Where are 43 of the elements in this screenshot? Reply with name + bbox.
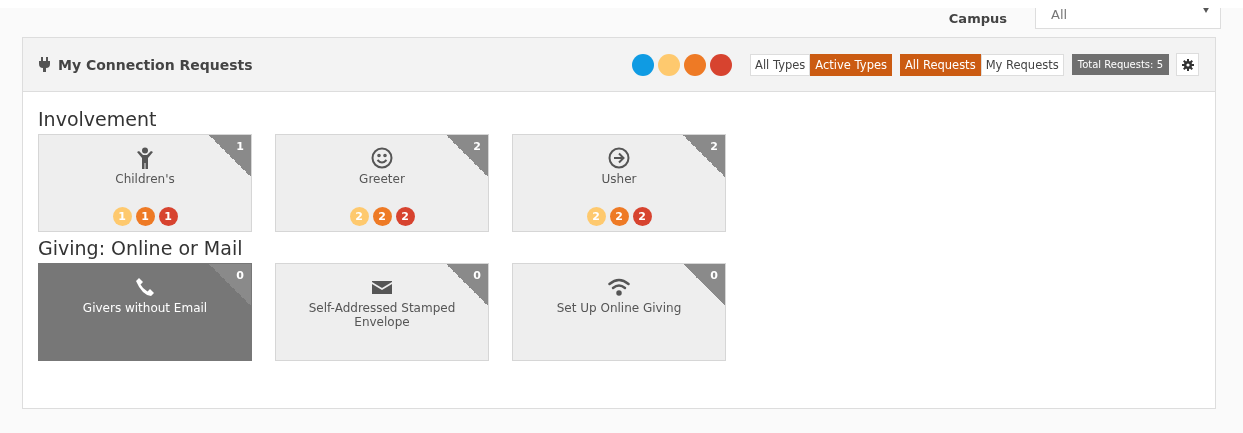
- count-badge: 2: [372, 207, 392, 226]
- count-corner: 2: [683, 135, 725, 177]
- settings-icon: [1181, 58, 1194, 71]
- count-corner: 2: [446, 135, 488, 177]
- settings-button[interactable]: [1176, 53, 1199, 76]
- count-badge: 2: [395, 207, 415, 226]
- campus-select[interactable]: All: [1035, 8, 1221, 29]
- panel-title: My Connection Requests: [58, 56, 254, 73]
- count-badge: 2: [609, 207, 629, 226]
- type-toggle[interactable]: Active Types: [810, 53, 892, 76]
- connection-tile[interactable]: 1 Children's 1 1 1: [38, 134, 252, 232]
- campus-label: Campus: [948, 10, 1007, 26]
- request-toggle[interactable]: My Requests: [980, 53, 1064, 76]
- count-badge: 2: [349, 207, 369, 226]
- tile-label: Greeter: [359, 172, 405, 186]
- tile-label: Children's: [115, 172, 175, 186]
- tile-label: Givers without Email: [82, 301, 208, 315]
- group-heading: Involvement: [38, 108, 158, 130]
- count-corner: 0: [683, 264, 725, 306]
- connection-tile[interactable]: 2 Usher 2 2 2: [512, 134, 726, 232]
- type-toggle[interactable]: All Types: [750, 53, 811, 76]
- count-badge: 1: [135, 207, 155, 226]
- total-requests-label: Total Requests: 5: [1071, 54, 1169, 75]
- request-toggle[interactable]: All Requests: [900, 53, 981, 76]
- count-corner: 0: [209, 264, 251, 306]
- count-badge: 1: [158, 207, 178, 226]
- child-icon: [134, 147, 156, 169]
- arrow-circle-icon: [608, 147, 630, 169]
- count-badge: 2: [632, 207, 652, 226]
- plug-icon: [39, 57, 50, 72]
- connection-tile[interactable]: 2 Greeter 2 2 2: [275, 134, 489, 232]
- wifi-icon: [608, 276, 630, 298]
- count-badge: 2: [586, 207, 606, 226]
- tile-label: Usher: [601, 172, 637, 186]
- phone-icon: [134, 276, 156, 298]
- connection-tile[interactable]: 0 Set Up Online Giving: [512, 263, 726, 361]
- smiley-face-icon: [371, 147, 393, 169]
- tile-label: Set Up Online Giving: [556, 301, 682, 315]
- count-corner: 1: [209, 135, 251, 177]
- caret-icon: [1202, 8, 1210, 13]
- group-heading: Giving: Online or Mail: [38, 237, 244, 259]
- connection-tile[interactable]: 0 Givers without Email: [38, 263, 252, 361]
- count-badge: 1: [112, 207, 132, 226]
